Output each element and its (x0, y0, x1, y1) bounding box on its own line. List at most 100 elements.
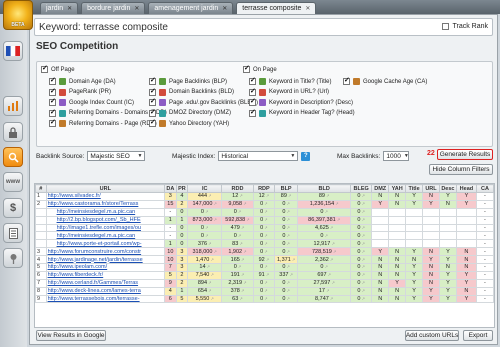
max-backlinks-select[interactable]: 1000 ▼ (383, 151, 410, 161)
metric-option[interactable]: Keyword in URL? (Url) (249, 87, 329, 96)
result-url-link[interactable]: http://www.fiberdeck.fr/ (45, 270, 166, 280)
column-header[interactable]: Head (455, 184, 477, 193)
external-link-icon[interactable]: ↗ (332, 249, 336, 254)
close-icon[interactable]: ✕ (222, 3, 227, 15)
external-link-icon[interactable]: ↗ (323, 265, 328, 270)
metric-option[interactable]: Domain Age (DA) (49, 76, 116, 85)
on-page-checkbox[interactable] (243, 64, 250, 73)
external-link-icon[interactable]: ↗ (265, 193, 269, 198)
metric-checkbox[interactable] (149, 108, 156, 117)
add-custom-urls-button[interactable]: Add custom URLs (405, 330, 459, 341)
export-button[interactable]: Export (463, 330, 493, 341)
track-rank-checkbox[interactable] (442, 23, 450, 30)
track-rank-toggle[interactable]: Track Rank (442, 23, 488, 30)
external-link-icon[interactable]: ↗ (285, 225, 290, 230)
external-link-icon[interactable]: ↗ (325, 193, 329, 198)
flag-fr-icon[interactable] (3, 41, 23, 61)
external-link-icon[interactable]: ↗ (242, 280, 246, 285)
metric-option[interactable]: Yahoo Directory (YAH) (149, 118, 229, 127)
close-icon[interactable]: ✕ (134, 3, 139, 15)
external-link-icon[interactable]: ↗ (330, 280, 334, 285)
result-url-link[interactable]: http://www.cerland.fr/Gammes/Terras (45, 278, 166, 288)
external-link-icon[interactable]: ↗ (360, 233, 365, 238)
external-link-icon[interactable]: ↗ (237, 209, 241, 214)
external-link-icon[interactable]: ↗ (240, 257, 244, 262)
external-link-icon[interactable]: ↗ (360, 296, 365, 301)
search-icon[interactable] (3, 147, 23, 167)
external-link-icon[interactable]: ↗ (263, 265, 267, 270)
external-link-icon[interactable]: ↗ (285, 201, 290, 206)
column-header[interactable]: DMZ (371, 184, 390, 193)
metric-checkbox[interactable] (249, 87, 256, 96)
backlink-source-select[interactable]: Majestic SEO ▼ (87, 151, 146, 161)
column-header[interactable]: IC (187, 184, 223, 193)
result-url-link[interactable]: http://www.ipeolam.com/ (45, 263, 166, 272)
external-link-icon[interactable]: ↗ (285, 217, 290, 222)
external-link-icon[interactable]: ↗ (327, 272, 331, 277)
external-link-icon[interactable]: ↗ (360, 257, 365, 262)
external-link-icon[interactable]: ↗ (263, 233, 267, 238)
metric-checkbox[interactable] (149, 97, 156, 106)
external-link-icon[interactable]: ↗ (360, 265, 365, 270)
result-url-link[interactable]: http://www.terrassebois.com/terrasse- (45, 294, 166, 304)
tab-terrasse-composite[interactable]: terrasse composite ✕ (236, 2, 317, 15)
metric-option[interactable]: Google Cache Age (CA) (343, 76, 427, 85)
external-link-icon[interactable]: ↗ (360, 193, 365, 198)
column-header[interactable]: # (35, 184, 47, 193)
external-link-icon[interactable]: ↗ (204, 209, 208, 214)
generate-results-button[interactable]: Generate Results (437, 149, 493, 160)
external-link-icon[interactable]: ↗ (237, 265, 241, 270)
chart-bars-icon[interactable] (3, 96, 23, 116)
external-link-icon[interactable]: ↗ (285, 209, 290, 214)
external-link-icon[interactable]: ↗ (325, 288, 329, 293)
metric-option[interactable]: DMOZ Directory (DMZ) (149, 108, 231, 117)
lock-icon[interactable] (3, 122, 23, 142)
off-page-checkbox[interactable] (41, 64, 48, 73)
external-link-icon[interactable]: ↗ (238, 241, 242, 246)
result-url-link[interactable]: http://www.jardinage.net/jardin/terrasse (45, 255, 166, 265)
external-link-icon[interactable]: ↗ (285, 296, 290, 301)
external-link-icon[interactable]: ↗ (204, 233, 208, 238)
external-link-icon[interactable]: ↗ (285, 241, 290, 246)
external-link-icon[interactable]: ↗ (212, 201, 217, 206)
external-link-icon[interactable]: ↗ (263, 217, 267, 222)
metric-checkbox[interactable] (149, 118, 156, 127)
metric-option[interactable]: Page .edu/.gov Backlinks (BLEG) (149, 97, 258, 106)
external-link-icon[interactable]: ↗ (360, 225, 365, 230)
column-header[interactable]: RDP (252, 184, 275, 193)
external-link-icon[interactable]: ↗ (207, 193, 211, 198)
column-header[interactable]: RDD (221, 184, 254, 193)
external-link-icon[interactable]: ↗ (209, 296, 213, 301)
column-header[interactable]: DA (164, 184, 177, 193)
www-icon[interactable]: www (3, 172, 23, 192)
result-url-link[interactable]: http://image1.trefle.com/images/ou (45, 223, 166, 233)
external-link-icon[interactable]: ↗ (285, 233, 290, 238)
result-url-link[interactable]: http://www.forumconstruire.com/constr (45, 247, 166, 257)
external-link-icon[interactable]: ↗ (209, 257, 213, 262)
external-link-icon[interactable]: ↗ (204, 225, 208, 230)
external-link-icon[interactable]: ↗ (360, 241, 365, 246)
external-link-icon[interactable]: ↗ (285, 249, 290, 254)
external-link-icon[interactable]: ↗ (360, 201, 365, 206)
metric-option[interactable]: Keyword in Description? (Desc) (249, 97, 353, 106)
external-link-icon[interactable]: ↗ (334, 201, 338, 206)
close-icon[interactable]: ✕ (305, 3, 310, 15)
tab-jardin[interactable]: jardin ✕ (40, 2, 79, 14)
external-link-icon[interactable]: ↗ (209, 272, 213, 277)
column-header[interactable]: CA (475, 184, 494, 193)
external-link-icon[interactable]: ↗ (360, 209, 365, 214)
metric-option[interactable]: PageRank (PR) (49, 87, 111, 96)
external-link-icon[interactable]: ↗ (360, 217, 365, 222)
external-link-icon[interactable]: ↗ (285, 280, 290, 285)
external-link-icon[interactable]: ↗ (240, 288, 244, 293)
external-link-icon[interactable]: ↗ (212, 217, 217, 222)
column-header[interactable]: BLEG (350, 184, 373, 193)
external-link-icon[interactable]: ↗ (263, 201, 267, 206)
external-link-icon[interactable]: ↗ (263, 296, 267, 301)
result-url-link[interactable]: http://2.bp.blogspot.com/_Sb_HFE (45, 215, 166, 225)
external-link-icon[interactable]: ↗ (207, 280, 211, 285)
column-header[interactable]: BLP (273, 184, 299, 193)
metric-checkbox[interactable] (249, 108, 256, 117)
metric-checkbox[interactable] (149, 87, 156, 96)
column-header[interactable]: URL (45, 184, 166, 193)
